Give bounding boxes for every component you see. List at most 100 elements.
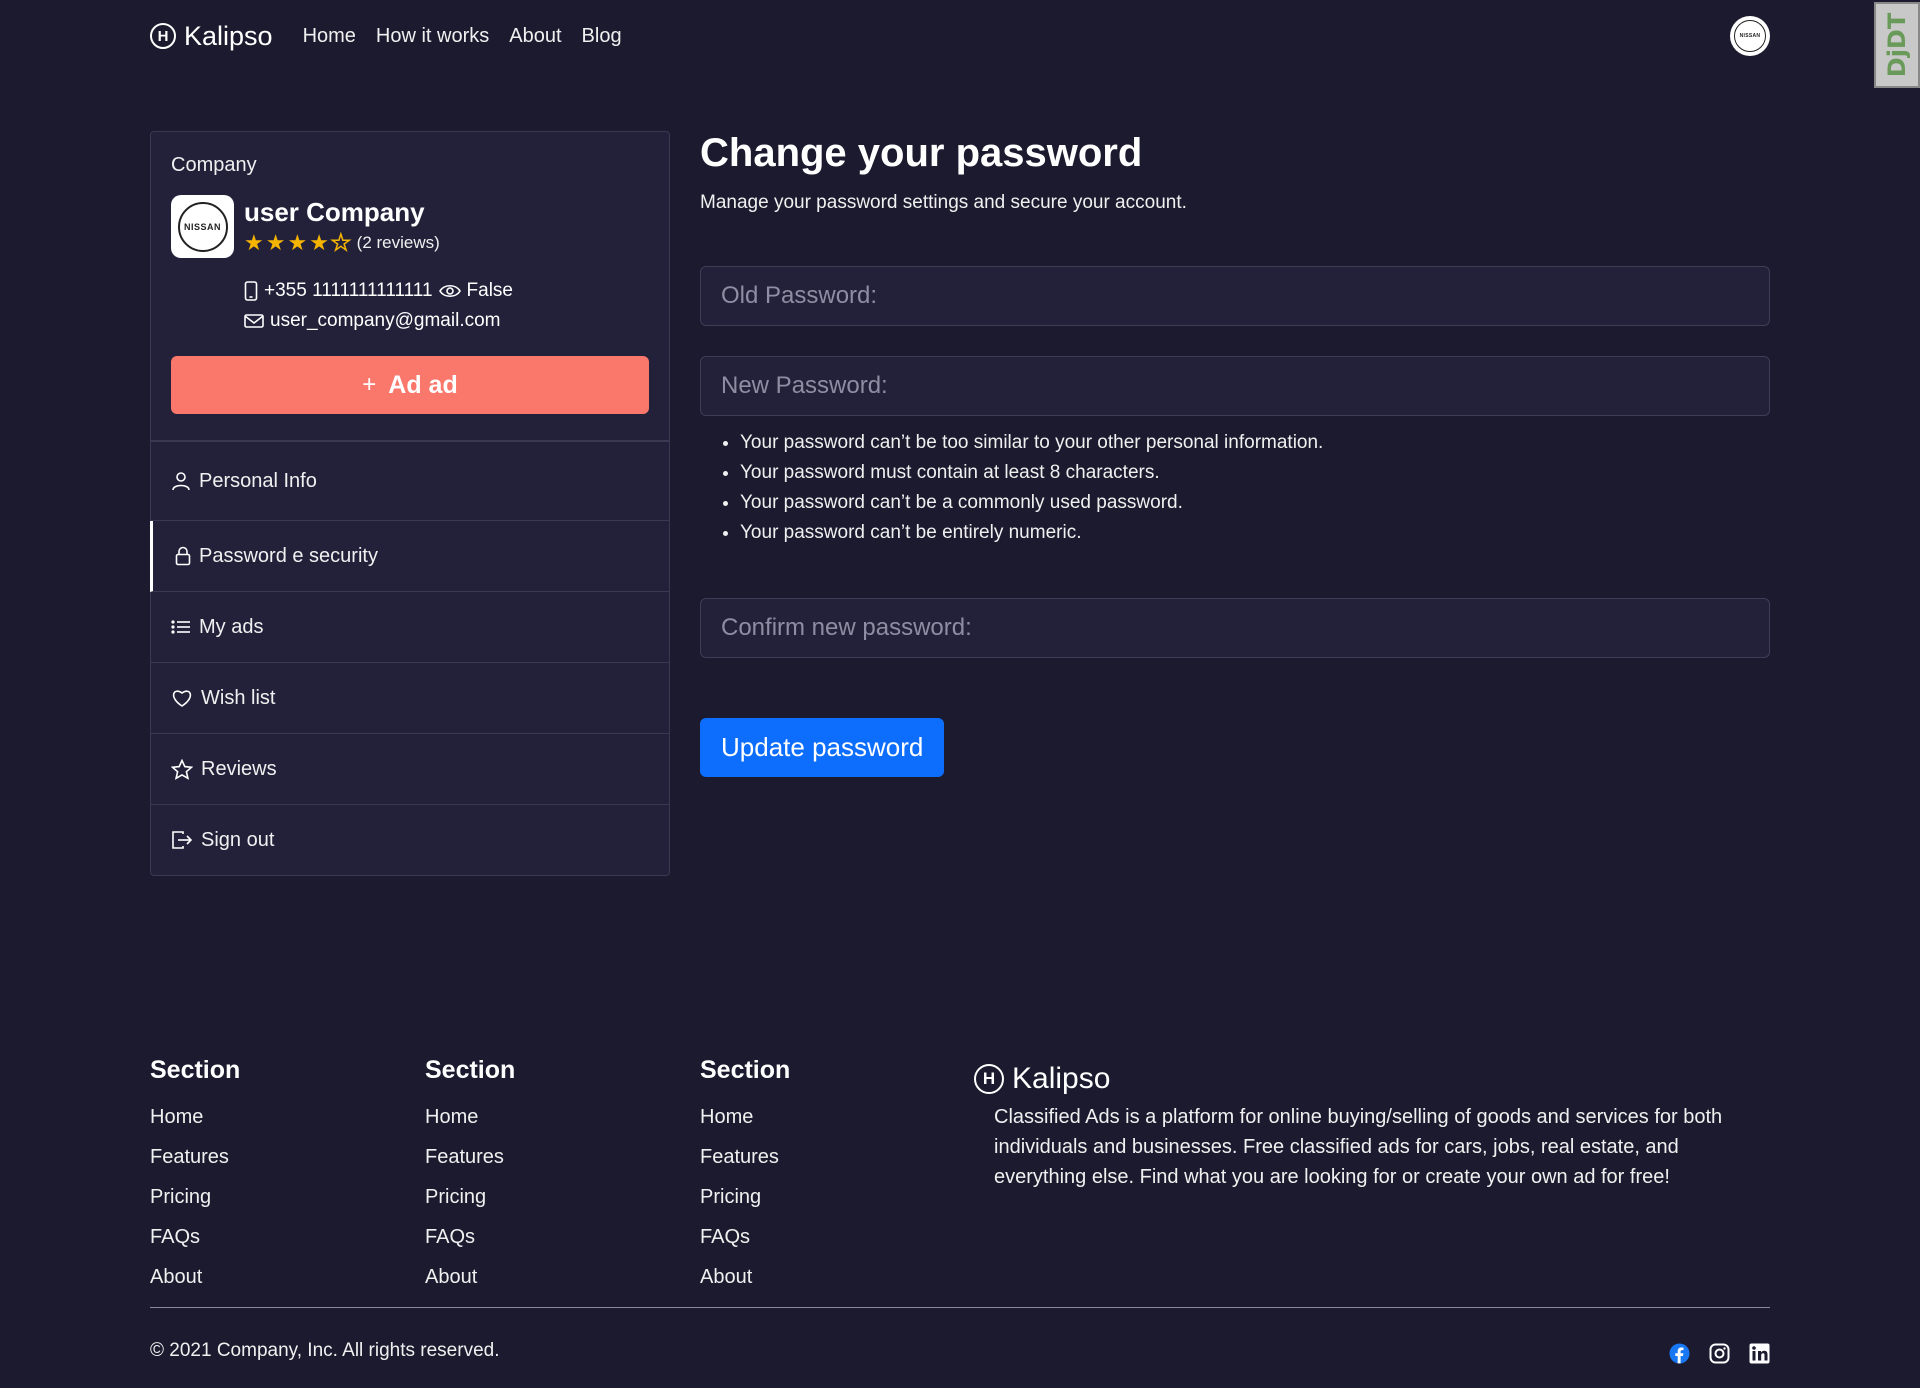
person-icon xyxy=(171,471,191,491)
footer-link-features[interactable]: Features xyxy=(150,1146,229,1168)
footer-link-home[interactable]: Home xyxy=(425,1106,478,1128)
footer-column: Section Home Features Pricing FAQs About xyxy=(425,1056,515,1297)
instagram-icon[interactable] xyxy=(1708,1342,1730,1364)
list-icon xyxy=(171,619,191,635)
footer-link-pricing[interactable]: Pricing xyxy=(150,1186,211,1208)
page-subtitle: Manage your password settings and secure… xyxy=(700,192,1187,213)
old-password-field[interactable] xyxy=(700,266,1770,326)
footer-column-title: Section xyxy=(425,1056,516,1084)
footer-column: Section Home Features Pricing FAQs About xyxy=(150,1056,240,1297)
sidebar-item-label: Wish list xyxy=(201,686,276,709)
company-logo: NISSAN xyxy=(171,195,234,258)
sidebar-item-password-security[interactable]: Password e security xyxy=(150,521,670,592)
heart-icon xyxy=(171,688,193,708)
company-info: user Company ★ ★ ★ ★ ★ (2 reviews) xyxy=(244,195,440,254)
sidebar-item-label: My ads xyxy=(199,615,264,638)
footer-brand-logo-icon: H xyxy=(974,1064,1004,1094)
footer-brand-name: Kalipso xyxy=(1012,1062,1111,1095)
footer-link-pricing[interactable]: Pricing xyxy=(425,1186,486,1208)
nav-link-blog[interactable]: Blog xyxy=(582,25,622,48)
sign-out-icon xyxy=(171,830,193,850)
footer-link-pricing[interactable]: Pricing xyxy=(700,1186,761,1208)
footer-description: Classified Ads is a platform for online … xyxy=(994,1106,1723,1188)
company-visibility: False xyxy=(466,280,513,301)
company-contact: +355 1111111111111 False user_company@gm… xyxy=(244,276,649,336)
footer-link-faqs[interactable]: FAQs xyxy=(150,1226,200,1248)
footer-link-about[interactable]: About xyxy=(700,1266,752,1288)
footer-brand-title: H Kalipso xyxy=(974,1062,1764,1096)
add-ad-label: Ad ad xyxy=(388,370,458,399)
star-filled-icon: ★ xyxy=(287,230,308,255)
star-filled-icon: ★ xyxy=(244,230,264,255)
change-password-panel: Change your password Manage your passwor… xyxy=(700,131,1770,777)
social-links xyxy=(1668,1342,1770,1364)
confirm-password-field[interactable] xyxy=(700,598,1770,658)
footer-divider xyxy=(150,1307,1770,1308)
footer-link-about[interactable]: About xyxy=(425,1266,477,1288)
password-rule: Your password can’t be entirely numeric. xyxy=(740,518,1770,548)
plus-icon: + xyxy=(362,371,377,398)
star-empty-icon: ★ xyxy=(330,230,351,255)
sidebar-item-label: Sign out xyxy=(201,828,275,851)
reviews-count: (2 reviews) xyxy=(356,233,440,252)
sidebar-item-sign-out[interactable]: Sign out xyxy=(150,805,670,876)
footer-link-faqs[interactable]: FAQs xyxy=(425,1226,475,1248)
brand-logo-icon: H xyxy=(150,23,176,49)
company-phone: +355 1111111111111 xyxy=(264,280,433,301)
sidebar-item-label: Reviews xyxy=(201,757,277,780)
star-filled-icon: ★ xyxy=(265,230,286,255)
copyright: © 2021 Company, Inc. All rights reserved… xyxy=(150,1340,500,1361)
company-card: Company NISSAN user Company ★ ★ ★ ★ ★ (2… xyxy=(150,131,670,441)
debug-toolbar-label: DjDT xyxy=(1883,12,1912,78)
sidebar-item-reviews[interactable]: Reviews xyxy=(150,734,670,805)
password-rule: Your password can’t be a commonly used p… xyxy=(740,488,1770,518)
page-title: Change your password xyxy=(700,131,1143,175)
debug-toolbar-toggle[interactable]: DjDT xyxy=(1874,2,1920,88)
company-logo-text: NISSAN xyxy=(177,201,228,252)
nav-link-about[interactable]: About xyxy=(509,25,561,48)
footer-link-home[interactable]: Home xyxy=(700,1106,753,1128)
sidebar-item-label: Personal Info xyxy=(199,469,317,492)
avatar-logo: NISSAN xyxy=(1734,20,1766,52)
nav-link-home[interactable]: Home xyxy=(303,25,356,48)
lock-icon xyxy=(175,546,191,566)
sidebar-item-label: Password e security xyxy=(199,544,378,567)
envelope-icon xyxy=(244,313,264,329)
star-icon xyxy=(171,758,193,780)
linkedin-icon[interactable] xyxy=(1748,1342,1770,1364)
contact-email-row: user_company@gmail.com xyxy=(244,306,649,336)
add-ad-button[interactable]: + Ad ad xyxy=(171,356,649,414)
password-rule: Your password must contain at least 8 ch… xyxy=(740,458,1770,488)
brand-name: Kalipso xyxy=(184,20,273,51)
company-name: user Company xyxy=(244,197,425,227)
star-filled-icon: ★ xyxy=(309,230,329,255)
account-sidebar: Company NISSAN user Company ★ ★ ★ ★ ★ (2… xyxy=(150,131,670,876)
company-rating: ★ ★ ★ ★ ★ (2 reviews) xyxy=(244,230,440,255)
navbar: H Kalipso Home How it works About Blog N… xyxy=(150,16,1770,56)
sidebar-item-personal-info[interactable]: Personal Info xyxy=(150,441,670,521)
phone-icon xyxy=(244,281,258,301)
sidebar-item-wish-list[interactable]: Wish list xyxy=(150,663,670,734)
footer-column-title: Section xyxy=(700,1056,791,1084)
company-email: user_company@gmail.com xyxy=(270,310,501,331)
user-avatar[interactable]: NISSAN xyxy=(1730,16,1770,56)
company-header: NISSAN user Company ★ ★ ★ ★ ★ (2 reviews… xyxy=(171,195,649,258)
footer-link-features[interactable]: Features xyxy=(700,1146,779,1168)
footer-column: Section Home Features Pricing FAQs About xyxy=(700,1056,790,1297)
footer-column-title: Section xyxy=(150,1056,241,1084)
footer-brand: H Kalipso Classified Ads is a platform f… xyxy=(974,1062,1764,1192)
footer-link-features[interactable]: Features xyxy=(425,1146,504,1168)
footer-link-faqs[interactable]: FAQs xyxy=(700,1226,750,1248)
company-caption: Company xyxy=(171,154,257,176)
password-rule: Your password can’t be too similar to yo… xyxy=(740,428,1770,458)
sidebar-item-my-ads[interactable]: My ads xyxy=(150,592,670,663)
contact-phone-row: +355 1111111111111 False xyxy=(244,276,649,306)
brand-link[interactable]: H Kalipso xyxy=(150,21,273,52)
account-menu: Personal Info Password e security My ads… xyxy=(150,441,670,876)
footer-link-about[interactable]: About xyxy=(150,1266,202,1288)
nav-link-how-it-works[interactable]: How it works xyxy=(376,25,489,48)
footer-link-home[interactable]: Home xyxy=(150,1106,203,1128)
update-password-button[interactable]: Update password xyxy=(700,718,945,777)
facebook-icon[interactable] xyxy=(1668,1342,1690,1364)
new-password-field[interactable] xyxy=(700,356,1770,416)
